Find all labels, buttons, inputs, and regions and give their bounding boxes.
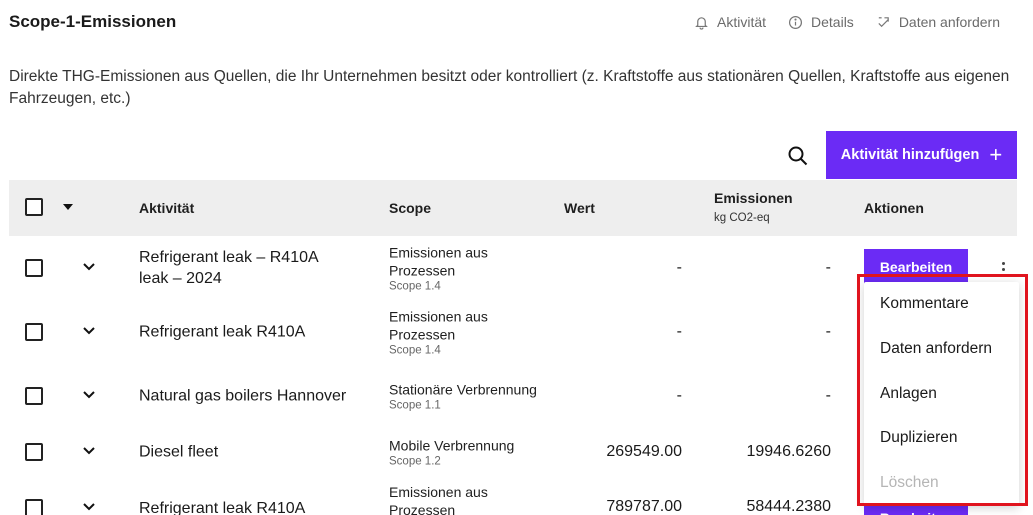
scope-number: Scope 1.4 (389, 280, 441, 293)
more-options-icon[interactable] (999, 262, 1007, 278)
plus-icon: + (989, 142, 1003, 167)
details-link[interactable]: Details (788, 14, 854, 30)
scope-cell: Emissionen aus Prozessen (389, 483, 549, 515)
details-link-label: Details (811, 14, 854, 30)
scope-number: Scope 1.1 (389, 399, 441, 412)
scope-number: Scope 1.4 (389, 344, 441, 357)
table-header: Aktivität Scope Wert Emissionen kg CO2-e… (9, 180, 1017, 236)
emissions-cell: - (825, 323, 831, 340)
request-data-link-label: Daten anfordern (898, 14, 1000, 30)
scope-cell: Mobile Verbrennung Scope 1.2 (389, 437, 549, 468)
emissions-cell: - (825, 259, 831, 276)
column-header-actions: Aktionen (864, 200, 924, 216)
request-data-icon (878, 16, 889, 27)
chevron-down-icon[interactable] (82, 326, 96, 336)
activity-link[interactable]: Aktivität (694, 14, 766, 30)
value-cell: - (676, 259, 682, 276)
activity-name: Refrigerant leak R410A (139, 500, 306, 515)
activity-link-label: Aktivität (717, 14, 767, 30)
search-button[interactable] (786, 144, 810, 168)
row-checkbox[interactable] (25, 259, 43, 277)
scope-number: Scope 1.2 (389, 455, 441, 468)
scope-cell: Emissionen aus Prozessen Scope 1.4 (389, 244, 549, 293)
activity-name: Refrigerant leak – R410A leak – 2024 (139, 249, 318, 287)
add-activity-button[interactable]: Aktivität hinzufügen + (826, 131, 1017, 179)
scope-name: Stationäre Verbrennung (389, 381, 537, 398)
chevron-down-icon[interactable] (82, 502, 96, 512)
scope-name: Emissionen aus Prozessen (389, 244, 488, 279)
column-header-activity[interactable]: Aktivität (139, 200, 194, 216)
add-activity-label: Aktivität hinzufügen (840, 147, 980, 163)
row-checkbox[interactable] (25, 323, 43, 341)
activity-name: Diesel fleet (139, 443, 219, 461)
page-description: Direkte THG-Emissionen aus Quellen, die … (9, 68, 1010, 107)
value-cell: 789787.00 (606, 498, 682, 515)
chevron-down-icon[interactable] (82, 262, 96, 272)
emissions-cell: - (825, 387, 831, 404)
search-icon (788, 146, 808, 166)
caret-down-icon[interactable] (63, 204, 73, 210)
scope-name: Mobile Verbrennung (389, 437, 515, 454)
row-checkbox[interactable] (25, 387, 43, 405)
scope-cell: Emissionen aus Prozessen Scope 1.4 (389, 308, 549, 357)
scope-cell: Stationäre Verbrennung Scope 1.1 (389, 381, 549, 412)
activity-name: Refrigerant leak R410A (139, 323, 306, 341)
menu-item-duplicate[interactable]: Duplizieren (880, 429, 958, 447)
row-checkbox[interactable] (25, 443, 43, 461)
menu-item-comments[interactable]: Kommentare (880, 295, 969, 313)
edit-button[interactable]: Bearbeiten (864, 249, 968, 284)
bell-icon (695, 16, 708, 30)
column-header-value[interactable]: Wert (564, 200, 595, 216)
scope-name: Emissionen aus Prozessen (389, 484, 488, 515)
row-checkbox[interactable] (25, 499, 43, 515)
chevron-down-icon[interactable] (82, 390, 96, 400)
emissions-cell: 19946.6260 (746, 443, 831, 460)
page-title: Scope-1-Emissionen (9, 12, 177, 31)
context-menu: Kommentare Daten anfordern Anlagen Dupli… (864, 282, 1019, 506)
column-header-scope[interactable]: Scope (389, 200, 431, 216)
header-actions: Aktivität Details Daten anfordern (694, 14, 1000, 30)
column-header-emissions[interactable]: Emissionen (714, 190, 793, 206)
menu-item-attachments[interactable]: Anlagen (880, 385, 937, 403)
menu-item-request-data[interactable]: Daten anfordern (880, 340, 992, 358)
request-data-link[interactable]: Daten anfordern (876, 14, 1000, 30)
select-all-checkbox[interactable] (25, 198, 43, 216)
menu-item-delete: Löschen (880, 474, 939, 491)
activity-name: Natural gas boilers Hannover (139, 387, 347, 405)
value-cell: - (676, 387, 682, 404)
value-cell: - (676, 323, 682, 340)
emissions-cell: 58444.2380 (746, 498, 831, 515)
value-cell: 269549.00 (606, 443, 682, 460)
info-icon (788, 15, 803, 29)
chevron-down-icon[interactable] (82, 446, 96, 456)
column-header-emissions-unit: kg CO2-eq (714, 212, 770, 224)
scope-name: Emissionen aus Prozessen (389, 308, 488, 343)
